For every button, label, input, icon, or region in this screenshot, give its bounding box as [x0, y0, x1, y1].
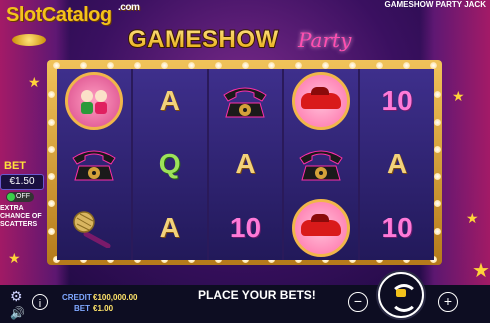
coins-icon [12, 34, 46, 46]
light-bulb [434, 227, 441, 235]
sound-icon[interactable]: 🔊 [10, 306, 25, 320]
star-icon: ★ [466, 210, 479, 226]
microphone-symbol [57, 196, 131, 260]
symbol-letter: Q [133, 133, 207, 197]
symbol-letter: A [209, 133, 283, 197]
light-bulb [106, 62, 114, 69]
reel-1 [57, 69, 131, 260]
symbol-letter: 10 [209, 196, 283, 260]
car-symbol [284, 69, 358, 133]
hosts-icon [64, 71, 123, 130]
reel-grid: A Q A A 10 10 A 10 [57, 69, 434, 260]
symbol-text: A [386, 148, 408, 180]
light-bulb [187, 62, 195, 69]
logo-main: GAMESHOW [128, 26, 279, 53]
light-bulb [403, 62, 411, 69]
light-bulb [430, 62, 437, 69]
sports-car-icon [292, 71, 351, 130]
watermark: SlotCatalog .com [6, 2, 140, 26]
symbol-letter: A [360, 133, 434, 197]
symbol-text: A [159, 212, 180, 244]
symbol-text: 10 [381, 84, 413, 116]
telephone-icon [72, 150, 116, 181]
symbol-letter: A [133, 69, 207, 133]
star-icon: ★ [452, 88, 465, 104]
game-title: GAMESHOW PARTY JACK [384, 0, 487, 9]
ante-bet-title: BET [4, 160, 26, 172]
car-symbol [284, 196, 358, 260]
star-icon: ★ [472, 260, 490, 282]
info-button[interactable]: i [32, 294, 48, 310]
telephone-icon [299, 150, 343, 181]
phone-symbol [284, 133, 358, 197]
symbol-text: 10 [229, 212, 262, 244]
spin-button[interactable] [378, 272, 424, 318]
star-icon: ★ [8, 250, 21, 266]
bet-value: €1.00 [93, 304, 114, 313]
symbol-text: 10 [381, 212, 413, 244]
status-message: PLACE YOUR BETS! [198, 288, 316, 302]
symbol-text: A [159, 84, 180, 116]
decrease-bet-button[interactable]: − [348, 292, 368, 312]
ante-bet-toggle[interactable]: OFF [6, 192, 34, 202]
credit-value: €100,000.00 [93, 293, 138, 302]
symbol-text: A [235, 148, 256, 180]
symbol-letter: A [133, 196, 207, 260]
settings-gear-icon[interactable]: ⚙ [10, 288, 23, 305]
ante-bet-panel[interactable]: BET €1.50 OFF EXTRA CHANCE OF SCATTERS [0, 160, 50, 236]
symbol-text: Q [158, 148, 181, 180]
autoplay-crown-icon [396, 289, 406, 297]
logo-script: Party [298, 28, 352, 52]
light-bulb [133, 62, 141, 69]
symbol-letter: 10 [360, 69, 434, 133]
reel-5: 10 A 10 [360, 69, 434, 260]
phone-symbol [209, 69, 283, 133]
reel-2: AQA [132, 69, 207, 260]
light-bulb [241, 62, 249, 69]
ante-bet-description: EXTRA CHANCE OF SCATTERS [0, 205, 42, 228]
telephone-icon [223, 87, 268, 118]
light-bulb [48, 118, 55, 126]
light-bulb [434, 118, 441, 126]
increase-bet-button[interactable]: + [438, 292, 458, 312]
reel-4 [284, 69, 359, 260]
ante-bet-value: €1.50 [0, 174, 44, 190]
light-bulb [160, 62, 168, 69]
light-bulb [434, 145, 441, 153]
light-bulb [79, 62, 87, 69]
light-bulb [214, 62, 222, 69]
light-bulb [53, 62, 60, 69]
star-icon: ★ [28, 74, 41, 90]
symbol-letter: 10 [360, 196, 434, 260]
credit-label: CREDIT [62, 293, 92, 302]
bet-label: BET [74, 304, 90, 313]
reel-3: A 10 [208, 69, 283, 260]
light-bulb [48, 145, 55, 153]
phone-symbol [57, 133, 131, 197]
sports-car-icon [292, 199, 351, 258]
hosts-symbol [57, 69, 131, 133]
microphone-icon [73, 211, 111, 249]
